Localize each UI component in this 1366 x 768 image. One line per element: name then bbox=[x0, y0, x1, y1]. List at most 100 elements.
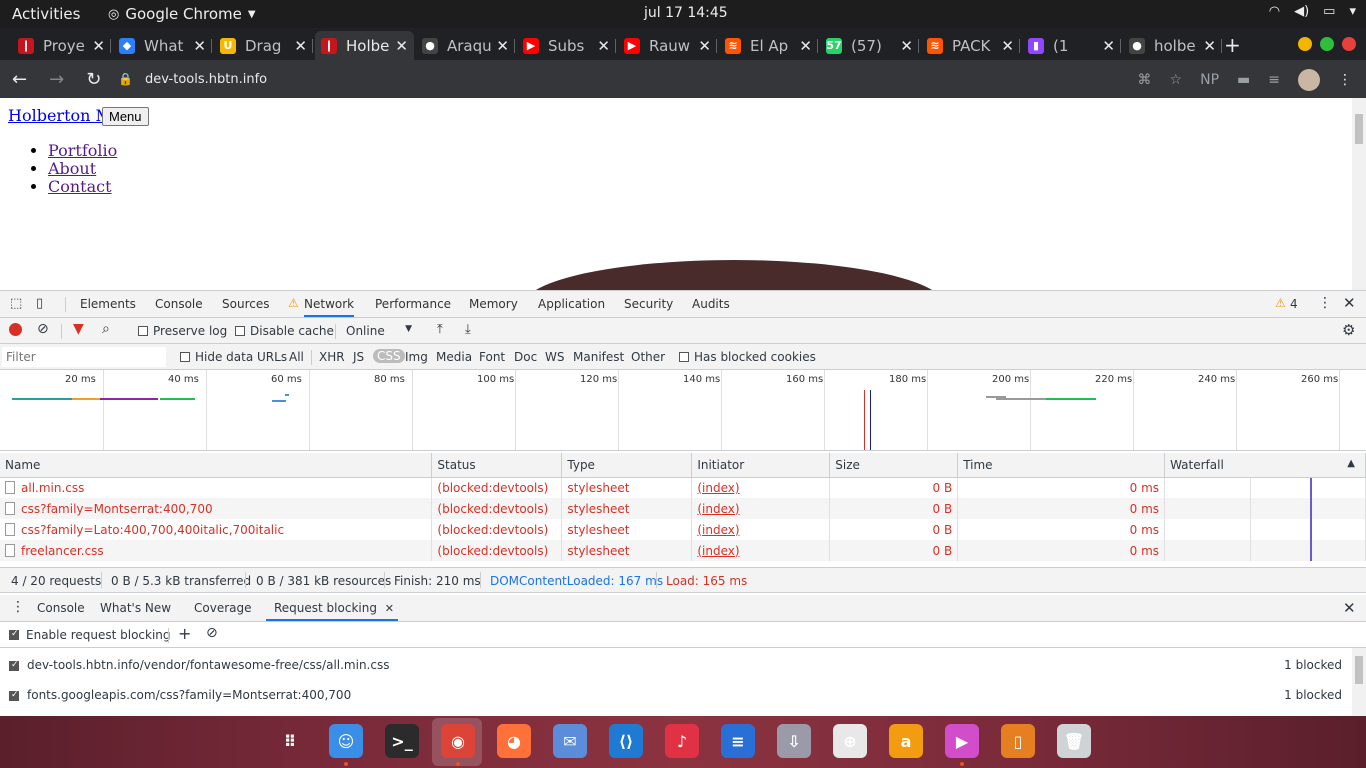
tab-network[interactable]: Network bbox=[304, 297, 355, 317]
blocked-pattern-row[interactable]: fonts.googleapis.com/css?family=Montserr… bbox=[0, 680, 1352, 710]
table-row[interactable]: css?family=Lato:400,700,400italic,700ita… bbox=[0, 519, 1366, 540]
chrome-icon[interactable]: ◉ bbox=[441, 724, 475, 758]
browser-tab[interactable]: ▮ (1 ✕ bbox=[1022, 31, 1121, 60]
nav-link-portfolio[interactable]: Portfolio bbox=[48, 141, 117, 160]
import-har-icon[interactable]: ⤒ bbox=[437, 322, 443, 337]
address-bar[interactable]: 🔒 dev-tools.hbtn.info bbox=[110, 65, 1150, 93]
type-filter-xhr[interactable]: XHR bbox=[319, 350, 345, 364]
column-header-initiator[interactable]: Initiator bbox=[691, 453, 831, 478]
column-header-type[interactable]: Type bbox=[561, 453, 693, 478]
amazon-icon[interactable]: a bbox=[889, 724, 923, 758]
initiator-link[interactable]: (index) bbox=[697, 481, 739, 495]
close-tab-icon[interactable]: ✕ bbox=[294, 37, 307, 55]
table-row[interactable]: freelancer.css (blocked:devtools) styleshe… bbox=[0, 540, 1366, 561]
translate-icon[interactable]: ⌘ bbox=[1138, 72, 1152, 88]
download-icon[interactable]: ⇩ bbox=[777, 724, 811, 758]
network-overview-timeline[interactable]: 20 ms 40 ms 60 ms 80 ms 100 ms 120 ms 140 ms 16… bbox=[0, 370, 1366, 451]
menu-button[interactable]: Menu bbox=[102, 107, 149, 126]
star-icon[interactable]: ☆ bbox=[1170, 72, 1183, 88]
close-devtools-icon[interactable]: ✕ bbox=[1343, 294, 1356, 312]
nav-link-contact[interactable]: Contact bbox=[48, 177, 112, 196]
tab-security[interactable]: Security bbox=[624, 297, 673, 311]
thunderbird-icon[interactable]: ✉ bbox=[553, 724, 587, 758]
close-tab-icon[interactable]: ✕ bbox=[1001, 37, 1014, 55]
browser-tab[interactable]: ◆ What ✕ bbox=[113, 31, 212, 60]
type-filter-doc[interactable]: Doc bbox=[514, 350, 537, 364]
close-tab-icon[interactable]: ✕ bbox=[385, 602, 394, 615]
filter-icon[interactable]: ▼ bbox=[73, 321, 84, 337]
finder-icon[interactable]: ☺ bbox=[329, 724, 363, 758]
hide-data-urls-checkbox[interactable]: Hide data URLs bbox=[180, 350, 287, 364]
type-filter-manifest[interactable]: Manifest bbox=[573, 350, 624, 364]
close-tab-icon[interactable]: ✕ bbox=[193, 37, 206, 55]
preserve-log-checkbox[interactable]: Preserve log bbox=[138, 324, 227, 338]
devtools-menu-icon[interactable]: ⋮ bbox=[1318, 295, 1332, 311]
terminal-icon[interactable]: >_ bbox=[385, 724, 419, 758]
browser-tab[interactable]: ≋ PACK ✕ bbox=[921, 31, 1020, 60]
drawer-scrollbar-thumb[interactable] bbox=[1355, 656, 1363, 684]
filter-input[interactable] bbox=[2, 347, 166, 367]
type-filter-font[interactable]: Font bbox=[479, 350, 505, 364]
tab-memory[interactable]: Memory bbox=[469, 297, 518, 311]
type-filter-ws[interactable]: WS bbox=[545, 350, 564, 364]
browser-tab[interactable]: ▶ Subs ✕ bbox=[517, 31, 616, 60]
enable-request-blocking-checkbox[interactable] bbox=[9, 628, 24, 642]
throttling-select[interactable]: Online ▼ bbox=[346, 324, 416, 338]
warnings-icon[interactable]: ⚠ bbox=[1275, 296, 1286, 310]
reload-icon[interactable]: ↻ bbox=[86, 69, 101, 90]
close-tab-icon[interactable]: ✕ bbox=[900, 37, 913, 55]
column-header-size[interactable]: Size bbox=[829, 453, 959, 478]
drawer-scrollbar[interactable] bbox=[1352, 648, 1366, 717]
type-filter-other[interactable]: Other bbox=[631, 350, 665, 364]
clock[interactable]: jul 17 14:45 bbox=[644, 5, 728, 21]
extension-icon[interactable]: ▬ bbox=[1237, 72, 1250, 88]
trash-icon[interactable]: 🗑 bbox=[1057, 724, 1091, 758]
pattern-enabled-checkbox[interactable] bbox=[9, 689, 24, 703]
export-har-icon[interactable]: ⤓ bbox=[465, 322, 471, 337]
record-icon[interactable] bbox=[9, 323, 22, 336]
drawer-tab-coverage[interactable]: Coverage bbox=[194, 601, 252, 615]
blocked-pattern-row[interactable]: dev-tools.hbtn.info/vendor/fontawesome-f… bbox=[0, 650, 1352, 680]
browser-tab[interactable]: 57 (57) ✕ bbox=[820, 31, 919, 60]
drawer-menu-icon[interactable]: ⋮ bbox=[11, 599, 25, 615]
table-row[interactable]: css?family=Montserrat:400,700 (blocked:de… bbox=[0, 498, 1366, 519]
browser-tab[interactable]: ❙ Holbe ✕ bbox=[315, 31, 414, 60]
writer-icon[interactable]: ≡ bbox=[721, 724, 755, 758]
extension-np-icon[interactable]: NP bbox=[1200, 72, 1219, 88]
browser-tab[interactable]: ● Araqu ✕ bbox=[416, 31, 515, 60]
table-row[interactable]: all.min.css (blocked:devtools) stylesheet (… bbox=[0, 477, 1366, 499]
type-filter-img[interactable]: Img bbox=[405, 350, 428, 364]
remove-all-patterns-icon[interactable]: ⊘ bbox=[206, 625, 218, 641]
page-scrollbar-thumb[interactable] bbox=[1355, 114, 1363, 144]
forward-arrow-icon[interactable]: → bbox=[49, 69, 64, 90]
close-tab-icon[interactable]: ✕ bbox=[698, 37, 711, 55]
activities-button[interactable]: Activities bbox=[12, 5, 80, 23]
maximize-button[interactable] bbox=[1320, 37, 1334, 51]
search-icon[interactable]: ⌕ bbox=[102, 321, 110, 337]
vscode-icon[interactable]: ⟨⟩ bbox=[609, 724, 643, 758]
column-header-waterfall[interactable]: Waterfall ▲ bbox=[1164, 453, 1366, 478]
new-tab-button[interactable]: + bbox=[1224, 33, 1241, 57]
drawer-tab-console[interactable]: Console bbox=[37, 601, 85, 615]
add-pattern-icon[interactable]: + bbox=[178, 624, 191, 643]
system-tray[interactable]: ◠ ◀) ▭ ▾ bbox=[1269, 4, 1356, 19]
music-icon[interactable]: ♪ bbox=[665, 724, 699, 758]
initiator-link[interactable]: (index) bbox=[697, 502, 739, 516]
kebab-menu-icon[interactable]: ⋮ bbox=[1338, 72, 1352, 88]
inspect-element-icon[interactable]: ⬚ bbox=[10, 296, 22, 311]
close-tab-icon[interactable]: ✕ bbox=[395, 37, 408, 55]
close-drawer-icon[interactable]: ✕ bbox=[1343, 599, 1356, 617]
type-filter-all[interactable]: All bbox=[289, 350, 304, 364]
tab-elements[interactable]: Elements bbox=[80, 297, 136, 311]
close-tab-icon[interactable]: ✕ bbox=[1203, 37, 1216, 55]
has-blocked-cookies-checkbox[interactable]: Has blocked cookies bbox=[679, 350, 816, 364]
browser-tab[interactable]: ● holbe ✕ bbox=[1123, 31, 1222, 60]
media-control-icon[interactable]: ≡ bbox=[1268, 72, 1280, 88]
type-filter-css[interactable]: CSS bbox=[373, 349, 405, 363]
drawer-tab-request-blocking[interactable]: Request blocking ✕ bbox=[266, 601, 399, 621]
firefox-icon[interactable]: ◕ bbox=[497, 724, 531, 758]
column-header-time[interactable]: Time bbox=[957, 453, 1166, 478]
type-filter-media[interactable]: Media bbox=[436, 350, 472, 364]
drawer-tab-whats-new[interactable]: What's New bbox=[100, 601, 171, 615]
tab-audits[interactable]: Audits bbox=[692, 297, 730, 311]
